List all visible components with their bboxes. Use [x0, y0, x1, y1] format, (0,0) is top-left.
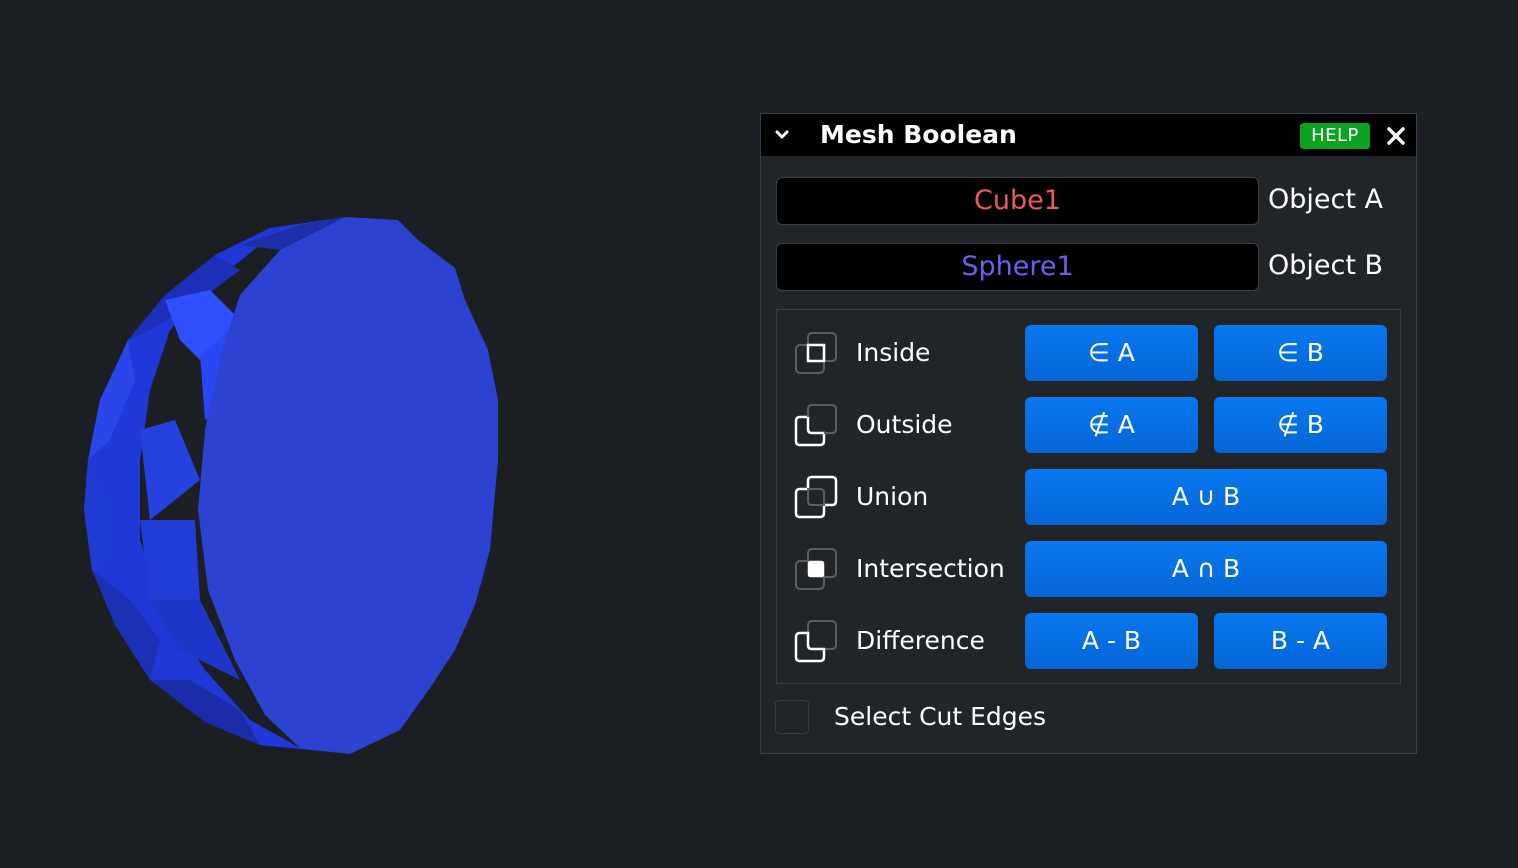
union-button[interactable]: A ∪ B [1025, 469, 1387, 525]
object-b-label: Object B [1268, 250, 1384, 281]
intersection-button[interactable]: A ∩ B [1025, 541, 1387, 597]
object-a-label: Object A [1268, 184, 1383, 215]
inside-b-button[interactable]: ∈ B [1214, 325, 1387, 381]
panel-titlebar: Mesh Boolean HELP [761, 114, 1416, 156]
operations-group: Inside ∈ A ∈ B Outside ∉ A ∉ B Union A ∪… [776, 309, 1401, 684]
operation-label-intersection: Intersection [856, 554, 1005, 583]
operation-row-difference: Difference A - B B - A [777, 613, 1400, 669]
help-button[interactable]: HELP [1300, 123, 1370, 149]
inside-icon [795, 332, 837, 374]
union-icon [794, 475, 838, 519]
operation-label-union: Union [856, 482, 929, 511]
difference-a-minus-b-button[interactable]: A - B [1025, 613, 1198, 669]
operation-row-union: Union A ∪ B [777, 469, 1400, 525]
operation-row-inside: Inside ∈ A ∈ B [777, 325, 1400, 381]
outside-icon [794, 404, 837, 447]
select-cut-edges-checkbox[interactable] [775, 700, 809, 734]
object-b-field[interactable]: Sphere1 [776, 243, 1259, 291]
operation-label-difference: Difference [856, 626, 985, 655]
chevron-down-icon[interactable] [773, 126, 791, 144]
difference-b-minus-a-button[interactable]: B - A [1214, 613, 1387, 669]
inside-a-button[interactable]: ∈ A [1025, 325, 1198, 381]
object-a-field[interactable]: Cube1 [776, 177, 1259, 225]
select-cut-edges-label: Select Cut Edges [834, 702, 1047, 731]
outside-a-button[interactable]: ∉ A [1025, 397, 1198, 453]
operation-row-intersection: Intersection A ∩ B [777, 541, 1400, 597]
mesh-boolean-panel: Mesh Boolean HELP Cube1 Object A Sphere1… [760, 113, 1417, 754]
operation-label-inside: Inside [856, 338, 931, 367]
difference-icon [794, 620, 837, 663]
outside-b-button[interactable]: ∉ B [1214, 397, 1387, 453]
operation-row-outside: Outside ∉ A ∉ B [777, 397, 1400, 453]
intersection-icon [795, 548, 837, 590]
panel-title: Mesh Boolean [820, 120, 1017, 149]
close-icon[interactable] [1385, 125, 1407, 147]
operation-label-outside: Outside [856, 410, 953, 439]
